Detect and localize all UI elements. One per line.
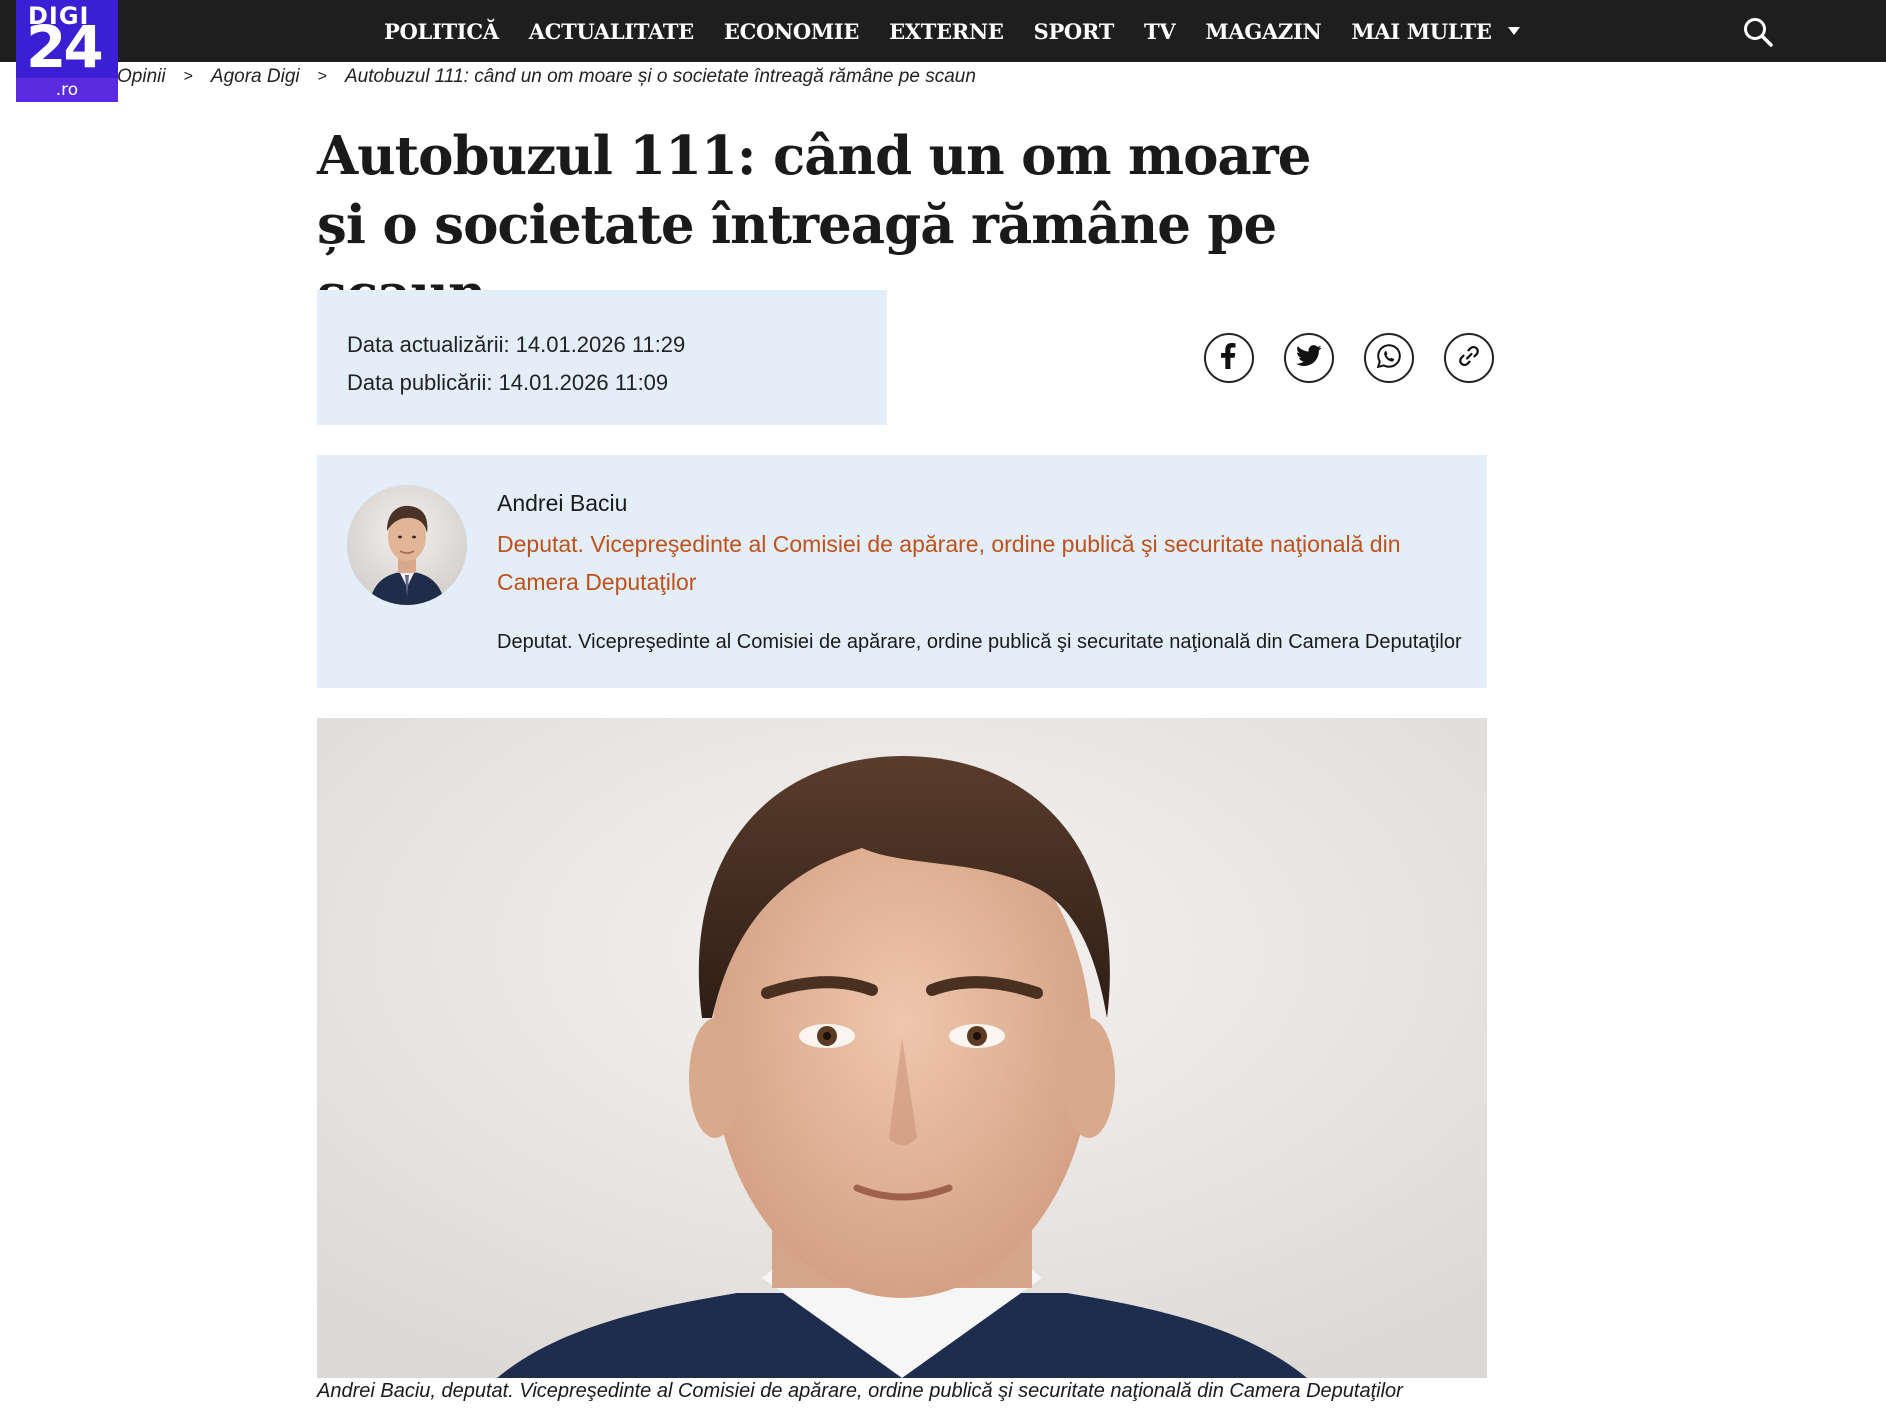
share-twitter-button[interactable]	[1284, 333, 1334, 383]
top-navigation-bar: POLITICĂ ACTUALITATE ECONOMIE EXTERNE SP…	[0, 0, 1886, 62]
nav-item-magazin[interactable]: MAGAZIN	[1205, 19, 1321, 44]
published-label: Data publicării:	[347, 370, 493, 395]
digi24-logo[interactable]: DIGI 24 .ro	[16, 0, 118, 102]
main-nav: POLITICĂ ACTUALITATE ECONOMIE EXTERNE SP…	[384, 0, 1550, 62]
facebook-icon	[1219, 342, 1239, 374]
published-value: 14.01.2026 11:09	[498, 370, 669, 395]
nav-more-label: MAI MULTE	[1351, 18, 1492, 44]
article-main-image	[317, 718, 1487, 1378]
nav-more-dropdown[interactable]: MAI MULTE	[1351, 18, 1520, 44]
article-dates: Data actualizării: 14.01.2026 11:29 Data…	[317, 290, 887, 425]
nav-item-externe[interactable]: EXTERNE	[889, 19, 1004, 44]
author-role: Deputat. Vicepreşedinte al Comisiei de a…	[497, 531, 1401, 595]
nav-item-economie[interactable]: ECONOMIE	[724, 19, 859, 44]
nav-item-politica[interactable]: POLITICĂ	[384, 19, 499, 44]
copy-link-button[interactable]	[1444, 333, 1494, 383]
whatsapp-icon	[1376, 343, 1402, 374]
author-avatar[interactable]	[347, 485, 467, 605]
breadcrumb-opinii[interactable]: Opinii	[117, 66, 166, 88]
image-caption: Andrei Baciu, deputat. Vicepreşedinte al…	[317, 1380, 1403, 1402]
breadcrumb-agora-digi[interactable]: Agora Digi	[211, 66, 300, 88]
link-icon	[1457, 344, 1481, 373]
author-card: Andrei Baciu Deputat. Vicepreşedinte al …	[317, 455, 1487, 688]
breadcrumb-separator: >	[317, 68, 327, 85]
share-facebook-button[interactable]	[1204, 333, 1254, 383]
share-whatsapp-button[interactable]	[1364, 333, 1414, 383]
author-description: Deputat. Vicepreşedinte al Comisiei de a…	[497, 631, 1462, 653]
nav-item-tv[interactable]: TV	[1144, 19, 1176, 44]
author-name[interactable]: Andrei Baciu	[497, 490, 627, 517]
breadcrumb-current: Autobuzul 111: când un om moare și o soc…	[344, 66, 976, 87]
nav-item-actualitate[interactable]: ACTUALITATE	[529, 19, 694, 44]
logo-suffix: .ro	[16, 78, 118, 102]
nav-item-sport[interactable]: SPORT	[1034, 19, 1115, 44]
updated-value: 14.01.2026 11:29	[515, 332, 686, 357]
chevron-down-icon	[1507, 27, 1520, 35]
breadcrumb: Opinii > Agora Digi > Autobuzul 111: cân…	[117, 64, 976, 90]
logo-number: 24	[26, 13, 104, 81]
search-icon[interactable]	[1742, 16, 1774, 48]
updated-label: Data actualizării:	[347, 332, 510, 357]
share-buttons	[1204, 333, 1494, 383]
breadcrumb-separator: >	[183, 68, 193, 85]
twitter-icon	[1296, 344, 1322, 372]
